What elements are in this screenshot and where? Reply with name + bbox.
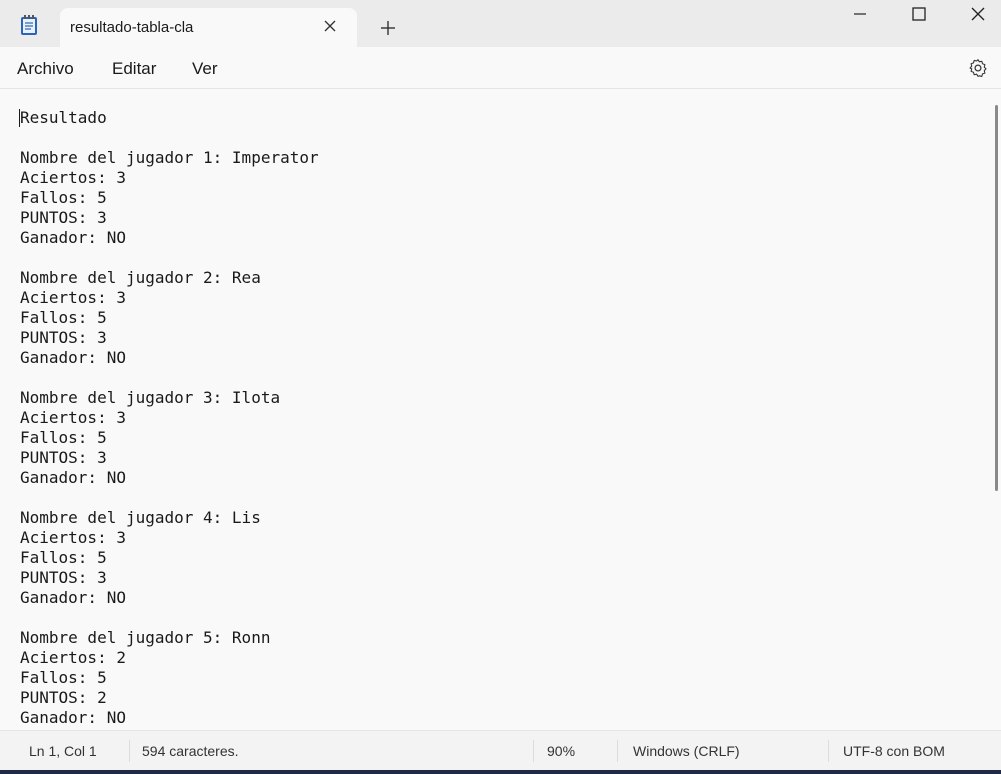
status-divider: [617, 740, 618, 762]
editor-content[interactable]: Resultado Nombre del jugador 1: Imperato…: [20, 108, 319, 728]
maximize-icon[interactable]: [911, 6, 927, 22]
text-caret: [19, 109, 20, 127]
text-editor[interactable]: Resultado Nombre del jugador 1: Imperato…: [0, 89, 993, 729]
title-bar: resultado-tabla-cla: [0, 0, 1001, 47]
status-divider: [533, 740, 534, 762]
gear-icon[interactable]: [968, 58, 988, 78]
menu-editar[interactable]: Editar: [112, 59, 156, 79]
plus-icon[interactable]: [380, 20, 396, 36]
cursor-position: Ln 1, Col 1: [29, 743, 97, 759]
close-icon[interactable]: [322, 18, 338, 34]
taskbar-edge: [0, 770, 1001, 774]
zoom-level[interactable]: 90%: [547, 743, 575, 759]
encoding[interactable]: UTF-8 con BOM: [843, 743, 945, 759]
menu-bar: Archivo Editar Ver: [0, 47, 1001, 89]
tab-title: resultado-tabla-cla: [70, 19, 194, 36]
tab-document[interactable]: resultado-tabla-cla: [60, 8, 357, 47]
line-ending[interactable]: Windows (CRLF): [633, 743, 740, 759]
notepad-icon: [21, 15, 37, 35]
menu-archivo[interactable]: Archivo: [17, 59, 74, 79]
vertical-scrollbar[interactable]: [995, 105, 998, 491]
status-divider: [828, 740, 829, 762]
character-count: 594 caracteres.: [142, 743, 239, 759]
minimize-icon[interactable]: [852, 6, 868, 22]
close-icon[interactable]: [970, 6, 986, 22]
status-divider: [129, 740, 130, 762]
status-bar: Ln 1, Col 1 594 caracteres. 90% Windows …: [0, 730, 1001, 771]
menu-ver[interactable]: Ver: [192, 59, 218, 79]
